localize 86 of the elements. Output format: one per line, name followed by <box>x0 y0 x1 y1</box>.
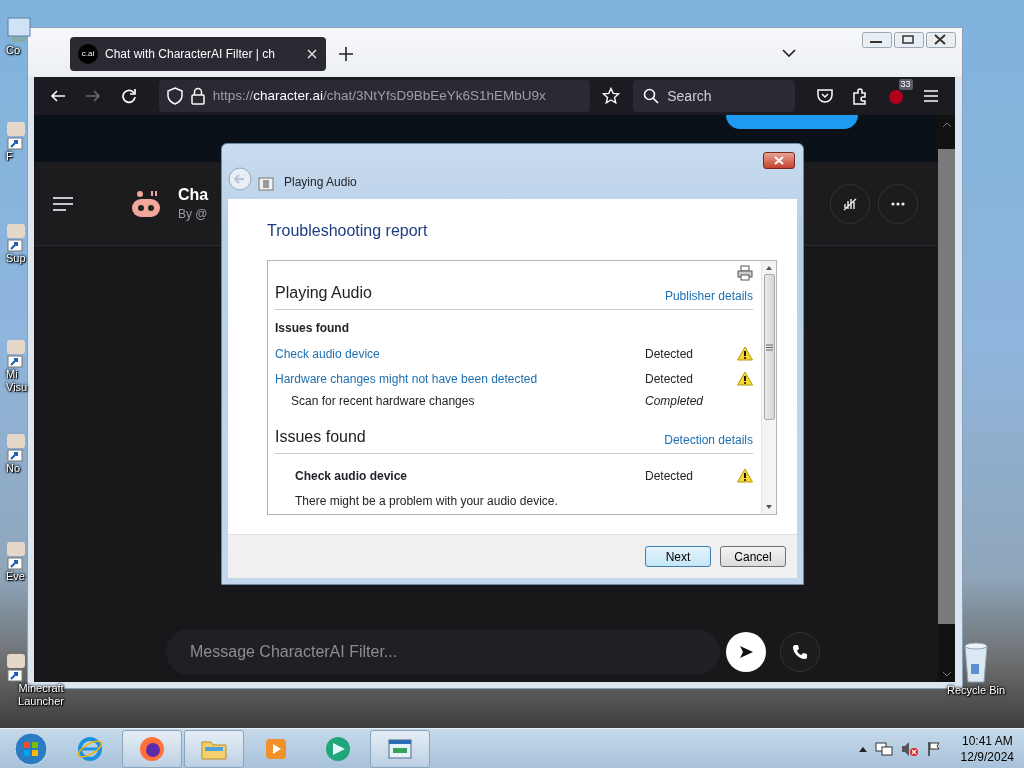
desktop-icon-label: Mi Visu <box>6 368 29 394</box>
shortcut-icon <box>6 222 26 252</box>
dialog-title: Playing Audio <box>284 174 357 192</box>
next-button[interactable]: Next <box>645 546 711 568</box>
issue-description: There might be a problem with your audio device. <box>294 493 559 511</box>
chat-author: By @ <box>178 205 209 223</box>
shortcut-icon <box>6 338 26 368</box>
muted-speaker-icon[interactable] <box>900 740 919 757</box>
details-link[interactable]: Detection details <box>664 431 753 450</box>
close-icon[interactable] <box>926 32 956 48</box>
address-bar[interactable]: https://character.ai/chat/3NtYfsD9BbEeYk6S1hEMbU9x <box>158 80 590 112</box>
shield-icon <box>166 87 183 105</box>
scrollbar-thumb[interactable] <box>763 274 775 421</box>
call-button[interactable] <box>780 632 820 672</box>
url-text: https://character.ai/chat/3NtYfsD9BbEeYk6S1hEMbU9x <box>212 86 547 105</box>
flag-icon[interactable] <box>926 740 941 757</box>
chevron-down-icon[interactable] <box>782 48 796 58</box>
show-hidden-icons-icon[interactable] <box>858 745 867 752</box>
desktop-icon-label: Eve <box>6 570 25 583</box>
taskbar-app-button[interactable] <box>370 729 430 768</box>
menu-icon[interactable] <box>52 195 74 212</box>
status-text: Completed <box>645 392 705 410</box>
scroll-up-icon[interactable] <box>941 121 952 129</box>
back-arrow-icon[interactable] <box>49 88 66 104</box>
issues-subheading: Issues found <box>275 320 350 338</box>
close-icon <box>774 156 784 165</box>
phone-icon <box>792 644 808 660</box>
robot-avatar-icon <box>130 188 162 219</box>
tab-title: Chat with CharacterAI Filter | ch <box>105 46 276 63</box>
muted-sound-icon <box>842 195 858 212</box>
extension-badge: 33 <box>898 79 913 90</box>
section-title: Issues found <box>275 427 366 448</box>
reload-icon[interactable] <box>120 88 137 104</box>
shortcut-icon <box>6 432 26 462</box>
close-button[interactable] <box>763 152 795 169</box>
details-link[interactable]: Publisher details <box>664 287 753 306</box>
issue-title: Check audio device <box>294 467 409 485</box>
status-text: Detected <box>645 345 695 363</box>
desktop-icon-label: Sup <box>6 252 26 265</box>
message-input[interactable]: Message CharacterAI Filter... <box>166 629 720 675</box>
desktop-icon-label: No <box>6 462 21 475</box>
star-icon[interactable] <box>602 87 621 105</box>
fox-globe-icon <box>138 734 166 763</box>
pocket-icon[interactable] <box>815 87 834 105</box>
desktop-icon-label: Co <box>6 44 21 57</box>
browser-e-icon <box>76 734 104 763</box>
status-text: Detected <box>645 370 695 388</box>
search-placeholder: Search <box>667 86 712 106</box>
forward-arrow-icon[interactable] <box>85 88 102 104</box>
scroll-down-icon[interactable] <box>765 504 773 511</box>
grip-icon <box>765 343 773 351</box>
chat-title: Cha <box>178 184 209 205</box>
step-text: Scan for recent hardware changes <box>290 392 476 410</box>
desktop-icon-label: F <box>6 150 13 163</box>
cancel-button[interactable]: Cancel <box>720 546 786 568</box>
shortcut-icon <box>6 120 26 150</box>
taskbar-app-button[interactable] <box>122 729 182 768</box>
more-icon <box>890 201 906 206</box>
new-tab-icon[interactable] <box>338 46 354 62</box>
section-title: Playing Audio <box>275 283 372 304</box>
troubleshooter-icon <box>258 177 274 192</box>
search-icon <box>643 88 660 104</box>
browser-tab[interactable]: c.ai Chat with CharacterAI Filter | ch <box>70 37 326 71</box>
shortcut-icon <box>6 652 26 682</box>
clock-time[interactable]: 10:41 AM <box>960 732 1014 749</box>
minimize-icon[interactable] <box>862 32 892 48</box>
status-text: Detected <box>645 467 695 485</box>
report-heading: Troubleshooting report <box>267 221 429 242</box>
printer-icon[interactable] <box>737 265 753 282</box>
network-icon[interactable] <box>874 740 893 757</box>
scroll-down-icon[interactable] <box>941 670 952 678</box>
desktop-icon-label: Minecraft Launcher <box>17 682 65 708</box>
send-button[interactable] <box>726 632 766 672</box>
favicon: c.ai <box>78 44 98 64</box>
restore-icon[interactable] <box>894 32 924 48</box>
scroll-up-icon[interactable] <box>765 265 773 272</box>
shortcut-icon <box>6 540 26 570</box>
clock-date[interactable]: 12/9/2024 <box>960 748 1014 765</box>
issue-link[interactable]: Check audio device <box>275 344 645 363</box>
send-icon <box>738 644 754 660</box>
search-field[interactable]: Search <box>633 80 795 112</box>
windows-logo-icon <box>14 731 48 766</box>
scrollbar-thumb[interactable] <box>938 149 955 624</box>
desktop-icon-label: Recycle Bin <box>946 684 1006 697</box>
issue-link[interactable]: Hardware changes might not have been detected <box>275 369 645 388</box>
lock-icon <box>190 87 205 105</box>
